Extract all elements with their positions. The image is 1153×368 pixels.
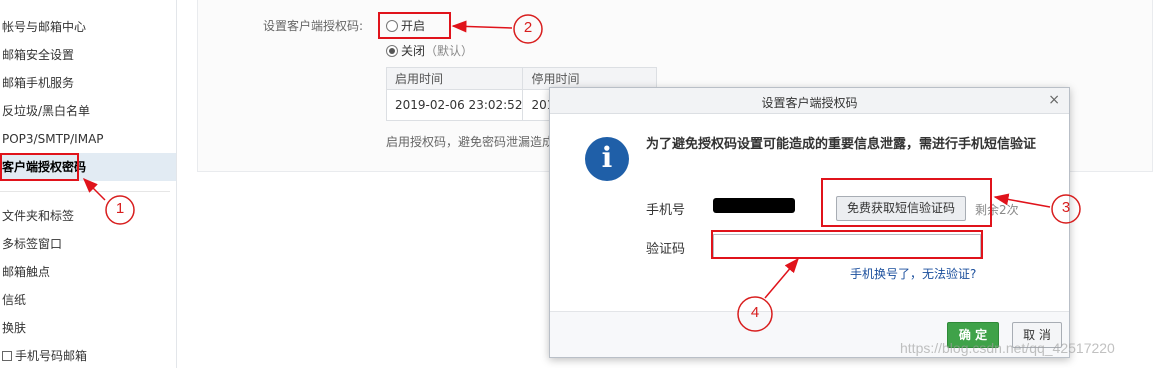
table-cell-enable-time: 2019-02-06 23:02:52 — [385, 89, 524, 121]
annotation-box-sms-button — [821, 178, 992, 227]
radio-disable-default-note: （默认） — [425, 44, 474, 58]
sidebar-item-mail-touch[interactable]: 邮箱触点 — [0, 258, 176, 286]
settings-sidebar: 帐号与邮箱中心 邮箱安全设置 邮箱手机服务 反垃圾/黑白名单 POP3/SMTP… — [0, 0, 177, 368]
annotation-box-enable — [378, 12, 451, 39]
sidebar-item-folders-tags[interactable]: 文件夹和标签 — [0, 202, 176, 230]
phone-number-redacted — [713, 198, 795, 213]
annotation-box-sidebar — [0, 153, 79, 181]
verification-code-label: 验证码 — [646, 242, 686, 257]
sidebar-item-label: 手机号码邮箱 — [15, 349, 88, 363]
auth-code-setting-label: 设置客户端授权码: — [263, 19, 364, 33]
sidebar-divider — [0, 191, 170, 192]
sidebar-item-phone-mailbox[interactable]: 手机号码邮箱 — [0, 342, 176, 368]
auth-code-note: 启用授权码，避免密码泄漏造成 — [386, 135, 555, 149]
radio-disable-label: 关闭 — [401, 44, 426, 58]
dialog-title: 设置客户端授权码 — [761, 96, 858, 110]
annotation-box-code-input — [711, 230, 983, 259]
sidebar-item-mobile-service[interactable]: 邮箱手机服务 — [0, 69, 176, 97]
phone-changed-link[interactable]: 手机换号了，无法验证? — [850, 265, 976, 282]
radio-disable[interactable]: 关闭（默认） — [386, 42, 473, 59]
csdn-watermark: https://blog.csdn.net/qq_42517220 — [900, 340, 1115, 356]
sidebar-item-security[interactable]: 邮箱安全设置 — [0, 41, 176, 69]
sidebar-item-antispam[interactable]: 反垃圾/黑白名单 — [0, 97, 176, 125]
table-header-enable-time: 启用时间 — [385, 67, 524, 90]
sidebar-item-account-center[interactable]: 帐号与邮箱中心 — [0, 13, 176, 41]
sidebar-item-skin[interactable]: 换肤 — [0, 314, 176, 342]
sidebar-item-pop3-smtp-imap[interactable]: POP3/SMTP/IMAP — [0, 125, 176, 153]
annotation-step-1: 1 — [115, 200, 125, 217]
checkbox-icon — [2, 351, 12, 361]
annotation-step-4: 4 — [750, 304, 760, 321]
close-icon[interactable]: × — [1048, 92, 1060, 108]
sidebar-item-stationery[interactable]: 信纸 — [0, 286, 176, 314]
phone-label: 手机号 — [646, 203, 686, 218]
sidebar-item-multi-tab[interactable]: 多标签窗口 — [0, 230, 176, 258]
radio-selected-icon — [386, 45, 398, 57]
dialog-header: 设置客户端授权码 × — [550, 88, 1069, 114]
annotation-step-2: 2 — [523, 19, 533, 36]
info-icon: i — [585, 137, 629, 181]
dialog-message: 为了避免授权码设置可能造成的重要信息泄露，需进行手机短信验证 — [646, 137, 1037, 152]
annotation-step-3: 3 — [1061, 199, 1071, 216]
